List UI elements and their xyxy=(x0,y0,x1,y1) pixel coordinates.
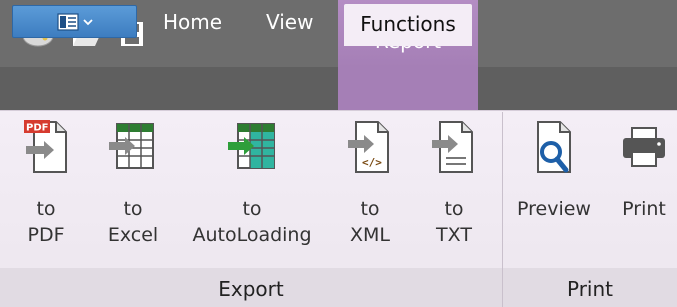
xml-export-icon: </> xyxy=(348,121,389,173)
export-autoloading-label-1: to xyxy=(242,198,262,220)
export-excel-label-1: to xyxy=(123,198,143,220)
export-group-label: Export xyxy=(0,268,502,307)
tab-view[interactable]: View xyxy=(266,10,313,34)
print-label: Print xyxy=(622,198,666,220)
print-preview-icon xyxy=(537,121,571,173)
txt-export-icon xyxy=(432,121,473,173)
svg-text:</>: </> xyxy=(362,156,382,169)
print-button[interactable]: Print xyxy=(614,118,674,268)
ribbon-tab-strip xyxy=(0,67,677,111)
autoloading-export-icon xyxy=(228,123,275,169)
pdf-export-icon: PDF xyxy=(24,120,67,173)
print-preview-label: Preview xyxy=(517,198,591,220)
print-preview-button[interactable]: Preview xyxy=(512,118,596,268)
print-group-label: Print xyxy=(503,268,677,307)
export-autoloading-button[interactable]: to AutoLoading xyxy=(186,118,318,268)
file-menu-button[interactable] xyxy=(12,5,137,38)
contextual-tab-band xyxy=(338,67,478,111)
export-pdf-label-2: PDF xyxy=(27,224,65,246)
export-excel-label-2: Excel xyxy=(107,224,159,246)
export-pdf-button[interactable]: PDF to PDF xyxy=(18,118,74,268)
export-txt-button[interactable]: to TXT xyxy=(428,118,480,268)
export-xml-label-2: XML xyxy=(350,224,390,246)
export-xml-label-1: to xyxy=(360,198,380,220)
layout-panel-icon xyxy=(56,12,79,31)
svg-text:PDF: PDF xyxy=(26,123,48,134)
export-txt-label-2: TXT xyxy=(436,224,472,246)
tab-functions[interactable]: Functions xyxy=(344,4,472,46)
export-excel-button[interactable]: to Excel xyxy=(102,118,164,268)
export-pdf-label-1: to xyxy=(36,198,56,220)
export-autoloading-label-2: AutoLoading xyxy=(192,224,312,246)
excel-export-icon xyxy=(109,123,154,169)
chevron-down-icon xyxy=(82,18,93,25)
tab-home[interactable]: Home xyxy=(163,10,222,34)
export-xml-button[interactable]: </> to XML xyxy=(344,118,396,268)
export-txt-label-1: to xyxy=(444,198,464,220)
printer-icon xyxy=(623,127,665,167)
